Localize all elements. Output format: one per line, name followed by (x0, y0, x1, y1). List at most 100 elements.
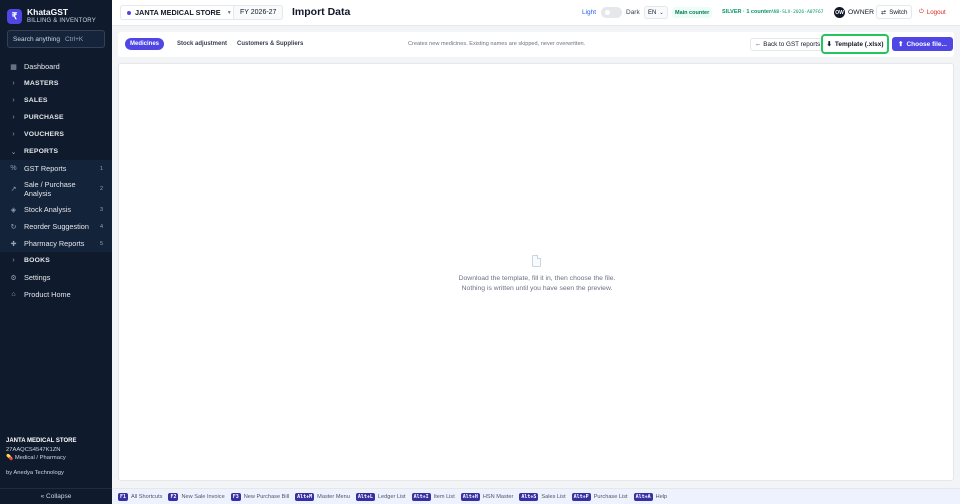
box-icon: ◈ (10, 206, 17, 214)
sidebar-item-vouchers[interactable]: › VOUCHERS (0, 126, 112, 143)
sidebar-item-sales[interactable]: › SALES (0, 92, 112, 109)
shortcut-alt-i[interactable]: Alt+I Item List (411, 492, 455, 501)
shortcut-key: Alt+L (355, 492, 375, 501)
counter-badge: Main counter (672, 7, 713, 18)
sidebar-item-label: VOUCHERS (24, 131, 65, 138)
document-icon (532, 255, 541, 267)
empty-state-line-2: Nothing is written until you have seen t… (461, 285, 613, 292)
search-placeholder: Search anything (13, 35, 60, 43)
language-value: EN (648, 9, 657, 16)
download-template-button[interactable]: ⬇ Template (.xlsx) (821, 34, 889, 54)
shortcut-alt-l[interactable]: Alt+L Ledger List (355, 492, 406, 501)
shortcut-alt-h[interactable]: Alt+H HSN Master (460, 492, 513, 501)
shortcut-f3[interactable]: F3 New Purchase Bill (230, 492, 289, 501)
sidebar-item-stock-analysis[interactable]: ◈ Stock Analysis 3 (0, 201, 112, 218)
user-role: OWNER (848, 9, 875, 16)
light-mode-label[interactable]: Light (582, 9, 596, 16)
chevron-down-icon: ⌄ (10, 148, 17, 156)
shortcut-key: F2 (168, 492, 179, 501)
store-type: 💊 Medical / Pharmacy (6, 455, 106, 461)
shortcut-key: Alt+S (519, 492, 539, 501)
import-hint: Creates new medicines. Existing names ar… (408, 41, 586, 47)
shortcut-alt-p[interactable]: Alt+P Purchase List (571, 492, 628, 501)
swap-icon: ⇄ (881, 8, 887, 16)
chevron-right-icon: › (12, 257, 15, 264)
sidebar-item-dashboard[interactable]: ▦ Dashboard (0, 58, 112, 75)
import-preview-panel: Download the template, fill it in, then … (118, 63, 954, 481)
store-selector[interactable]: JANTA MEDICAL STORE ▼ (120, 5, 239, 20)
store-gstin: 27AAQCS4547K1ZN (6, 447, 61, 453)
license-key: ANB-SLV-2026-A07F67 (771, 9, 824, 15)
arrow-left-icon: ← (755, 41, 762, 48)
shortcut-label: Ledger List (377, 493, 406, 500)
shortcut-key: Alt+I (411, 492, 431, 501)
sidebar-item-reorder-suggestion[interactable]: ↻ Reorder Suggestion 4 (0, 218, 112, 235)
theme-toggle[interactable] (601, 7, 622, 18)
empty-state-line-1: Download the template, fill it in, then … (458, 275, 616, 282)
sidebar-search-input[interactable]: Search anything Ctrl+K (7, 30, 105, 48)
grid-icon: ▦ (10, 63, 17, 71)
language-select[interactable]: EN ⌄ (644, 6, 668, 19)
toggle-knob (605, 10, 610, 15)
brand[interactable]: ₹ KhataGST BILLING & INVENTORY (7, 7, 96, 25)
caret-down-icon: ▼ (226, 9, 232, 16)
dark-mode-label[interactable]: Dark (626, 9, 640, 16)
topbar: JANTA MEDICAL STORE ▼ FY 2026-27 Import … (112, 0, 960, 26)
shortcut-label: All Shortcuts (131, 493, 163, 500)
template-label: Template (.xlsx) (834, 40, 884, 48)
sidebar-item-sale-purchase-analysis[interactable]: ↗ Sale / Purchase Analysis 2 (0, 177, 112, 201)
fiscal-year-selector[interactable]: FY 2026-27 (233, 5, 284, 20)
shortcut-label: Master Menu (317, 493, 350, 500)
trend-icon: ↗ (10, 186, 17, 193)
shortcut-label: Purchase List (593, 493, 628, 500)
page-title: Import Data (292, 6, 351, 18)
chevron-right-icon: › (12, 114, 15, 121)
shortcut-badge: 1 (99, 165, 103, 172)
shortcut-alt-s[interactable]: Alt+S Sales List (519, 492, 566, 501)
vendor-credit: by Anedya Technology (6, 470, 64, 476)
shortcut-key: Alt+H (460, 492, 480, 501)
refresh-icon: ↻ (10, 223, 17, 231)
shortcut-alt-a[interactable]: Alt+A Help (633, 492, 667, 501)
shortcut-badge: 4 (99, 223, 103, 230)
sidebar-item-label: PURCHASE (24, 114, 64, 121)
sidebar-item-gst-reports[interactable]: % GST Reports 1 (0, 160, 112, 177)
store-name: JANTA MEDICAL STORE (6, 438, 77, 444)
sidebar-item-pharmacy-reports[interactable]: ✚ Pharmacy Reports 5 (0, 235, 112, 252)
sidebar-item-product-home[interactable]: ⌂ Product Home (0, 286, 112, 303)
sidebar-item-masters[interactable]: › MASTERS (0, 75, 112, 92)
shortcut-label: Sales List (541, 493, 566, 500)
shortcut-key: Alt+M (295, 492, 315, 501)
gear-icon: ⚙ (10, 274, 17, 282)
app-window: ₹ KhataGST BILLING & INVENTORY Search an… (0, 0, 960, 504)
shortcut-alt-m[interactable]: Alt+M Master Menu (295, 492, 350, 501)
sidebar-item-label: Stock Analysis (24, 205, 72, 214)
collapse-sidebar-button[interactable]: « Collapse (0, 488, 112, 504)
plan-label: SILVER · 1 counter (722, 9, 772, 15)
shortcut-badge: 3 (99, 206, 103, 213)
sidebar-item-reports[interactable]: ⌄ REPORTS (0, 143, 112, 160)
tab-stock-adjustment[interactable]: Stock adjustment (172, 38, 232, 50)
pill-icon: ✚ (10, 240, 17, 248)
sidebar-item-settings[interactable]: ⚙ Settings (0, 269, 112, 286)
switch-button[interactable]: ⇄ Switch (876, 5, 913, 19)
sidebar-item-label: MASTERS (24, 80, 59, 87)
chevron-right-icon: › (12, 80, 15, 87)
tab-medicines[interactable]: Medicines (125, 38, 165, 50)
store-info: JANTA MEDICAL STORE 27AAQCS4547K1ZN 💊 Me… (6, 438, 106, 476)
choose-label: Choose file... (906, 40, 947, 48)
shortcut-f1[interactable]: F1 All Shortcuts (118, 492, 163, 501)
rupee-logo-icon: ₹ (7, 8, 22, 24)
sidebar-item-books[interactable]: › BOOKS (0, 252, 112, 269)
logout-button[interactable]: ⏻ Logout (915, 5, 950, 19)
avatar[interactable]: OW (834, 7, 845, 18)
choose-file-button[interactable]: ⬆ Choose file... (892, 37, 953, 51)
shortcut-f2[interactable]: F2 New Sale Invoice (168, 492, 225, 501)
shortcut-label: New Sale Invoice (181, 493, 225, 500)
sidebar-item-purchase[interactable]: › PURCHASE (0, 109, 112, 126)
sidebar-item-label: SALES (24, 97, 48, 104)
back-to-gst-reports-button[interactable]: ← Back to GST reports (750, 38, 826, 51)
sidebar-item-label: Reorder Suggestion (24, 222, 89, 231)
sidebar: ₹ KhataGST BILLING & INVENTORY Search an… (0, 0, 112, 504)
tab-customers-suppliers[interactable]: Customers & Suppliers (232, 38, 308, 50)
